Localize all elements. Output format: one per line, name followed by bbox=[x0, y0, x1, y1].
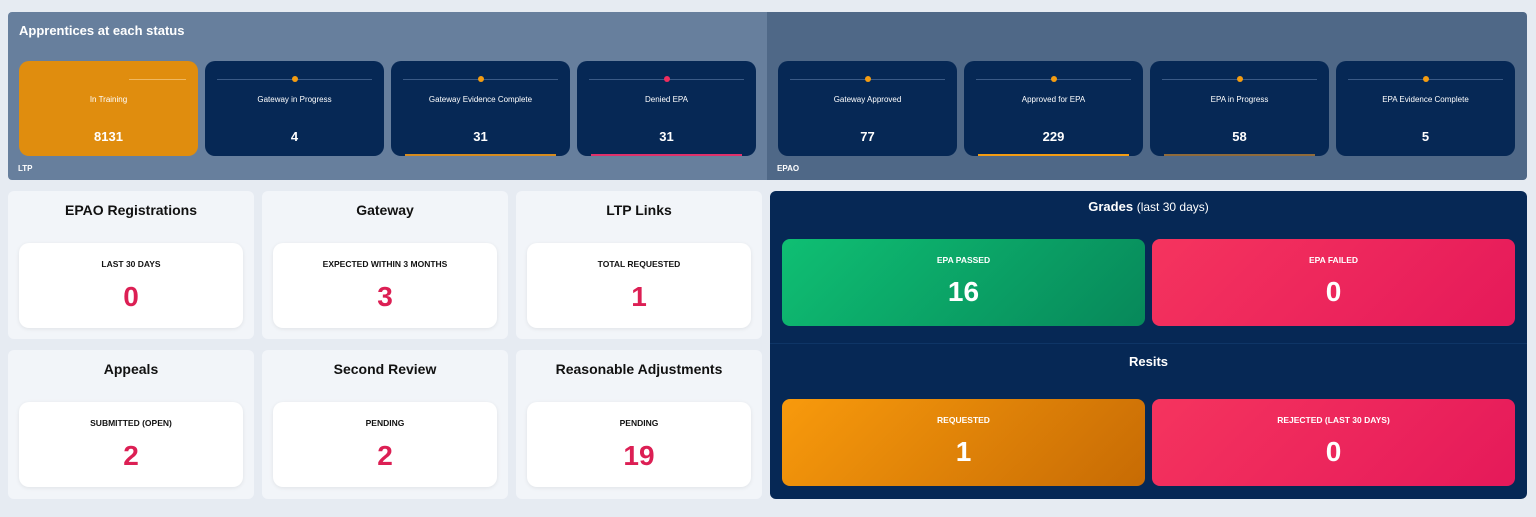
status-card-in-training[interactable]: In Training 8131 bbox=[19, 61, 198, 156]
metric-label: LAST 30 DAYS bbox=[101, 259, 161, 269]
resit-label: REQUESTED bbox=[937, 415, 990, 425]
metric-value: 0 bbox=[123, 281, 139, 312]
status-band: Apprentices at each status In Training 8… bbox=[8, 12, 1527, 180]
status-dot-icon bbox=[1236, 76, 1243, 82]
status-count: 31 bbox=[473, 129, 488, 144]
metric-label: PENDING bbox=[619, 418, 659, 428]
ltp-section: Apprentices at each status In Training 8… bbox=[8, 12, 767, 180]
status-label: Gateway in Progress bbox=[257, 95, 332, 104]
metric-card[interactable]: SUBMITTED (OPEN) 2 bbox=[19, 402, 243, 487]
metric-card[interactable]: TOTAL REQUESTED 1 bbox=[527, 243, 751, 328]
status-underline bbox=[405, 154, 556, 156]
grade-label: EPA PASSED bbox=[936, 255, 991, 265]
status-count: 58 bbox=[1232, 129, 1247, 144]
status-dot-icon bbox=[1422, 76, 1429, 82]
metric-label: EXPECTED WITHIN 3 MONTHS bbox=[322, 259, 448, 269]
status-count: 31 bbox=[659, 129, 674, 144]
status-count: 5 bbox=[1421, 129, 1430, 144]
metric-label: PENDING bbox=[365, 418, 405, 428]
divider bbox=[770, 343, 1527, 344]
resits-requested-card[interactable]: REQUESTED 1 bbox=[782, 399, 1145, 486]
resit-value: 1 bbox=[955, 436, 972, 467]
status-label: Denied EPA bbox=[645, 95, 688, 104]
grades-title-text: Grades bbox=[1088, 199, 1134, 214]
metric-value: 2 bbox=[123, 440, 139, 471]
status-underline bbox=[591, 154, 742, 156]
grade-value: 0 bbox=[1325, 276, 1342, 307]
connector-line bbox=[129, 79, 186, 80]
resits-rejected-card[interactable]: REJECTED (LAST 30 DAYS) 0 bbox=[1152, 399, 1515, 486]
resits-title: Resits bbox=[1128, 354, 1169, 369]
grades-subtitle: (last 30 days) bbox=[1136, 200, 1209, 214]
metric-value: 1 bbox=[631, 281, 647, 312]
panel-reasonable-adjustments: Reasonable Adjustments PENDING 19 bbox=[516, 350, 762, 499]
panel-title: Gateway bbox=[356, 202, 414, 218]
metric-card[interactable]: PENDING 19 bbox=[527, 402, 751, 487]
metric-card[interactable]: LAST 30 DAYS 0 bbox=[19, 243, 243, 328]
status-card-approved-for-epa[interactable]: Approved for EPA 229 bbox=[964, 61, 1143, 156]
epa-failed-card[interactable]: EPA FAILED 0 bbox=[1152, 239, 1515, 326]
status-card-gateway-evidence-complete[interactable]: Gateway Evidence Complete 31 bbox=[391, 61, 570, 156]
status-card-gateway-approved[interactable]: Gateway Approved 77 bbox=[778, 61, 957, 156]
epa-passed-card[interactable]: EPA PASSED 16 bbox=[782, 239, 1145, 326]
panel-epao-registrations: EPAO Registrations LAST 30 DAYS 0 bbox=[8, 191, 254, 339]
epao-section: Gateway Approved 77 Approved for EPA 229… bbox=[767, 12, 1527, 180]
grades-panel: Grades (last 30 days) EPA PASSED 16 EPA … bbox=[770, 191, 1527, 499]
grade-value: 16 bbox=[947, 276, 980, 307]
panel-second-review: Second Review PENDING 2 bbox=[262, 350, 508, 499]
status-label: EPA in Progress bbox=[1210, 95, 1269, 104]
metric-value: 19 bbox=[623, 440, 655, 471]
grades-title: Grades (last 30 days) bbox=[770, 199, 1527, 214]
status-card-denied-epa[interactable]: Denied EPA 31 bbox=[577, 61, 756, 156]
status-dot-icon bbox=[663, 76, 670, 82]
resit-value: 0 bbox=[1325, 436, 1342, 467]
status-card-gateway-in-progress[interactable]: Gateway in Progress 4 bbox=[205, 61, 384, 156]
status-card-epa-evidence-complete[interactable]: EPA Evidence Complete 5 bbox=[1336, 61, 1515, 156]
panel-title: LTP Links bbox=[606, 202, 672, 218]
status-label: Gateway Approved bbox=[833, 95, 902, 104]
panel-title: Second Review bbox=[333, 361, 437, 377]
metric-label: TOTAL REQUESTED bbox=[597, 259, 681, 269]
status-dot-icon bbox=[291, 76, 298, 82]
panel-title: Appeals bbox=[103, 361, 159, 377]
status-underline bbox=[1164, 154, 1315, 156]
grade-label: EPA FAILED bbox=[1308, 255, 1359, 265]
status-dot-icon bbox=[864, 76, 871, 82]
metric-value: 3 bbox=[377, 281, 393, 312]
epao-label: EPAO bbox=[777, 164, 800, 173]
status-label: In Training bbox=[89, 95, 128, 104]
status-count: 229 bbox=[1042, 129, 1065, 144]
status-underline bbox=[978, 154, 1129, 156]
status-dot-icon bbox=[477, 76, 484, 82]
ltp-label: LTP bbox=[18, 164, 33, 173]
metric-label: SUBMITTED (OPEN) bbox=[90, 418, 172, 428]
status-count: 77 bbox=[860, 129, 875, 144]
status-count: 8131 bbox=[94, 129, 123, 144]
status-label: Gateway Evidence Complete bbox=[428, 95, 533, 104]
panel-title: EPAO Registrations bbox=[65, 202, 197, 218]
status-label: Approved for EPA bbox=[1021, 95, 1086, 104]
metric-value: 2 bbox=[377, 440, 393, 471]
panel-appeals: Appeals SUBMITTED (OPEN) 2 bbox=[8, 350, 254, 499]
panel-ltp-links: LTP Links TOTAL REQUESTED 1 bbox=[516, 191, 762, 339]
metric-card[interactable]: PENDING 2 bbox=[273, 402, 497, 487]
status-label: EPA Evidence Complete bbox=[1382, 95, 1469, 104]
section-title: Apprentices at each status bbox=[19, 23, 185, 38]
metric-card[interactable]: EXPECTED WITHIN 3 MONTHS 3 bbox=[273, 243, 497, 328]
panel-title: Reasonable Adjustments bbox=[555, 361, 723, 377]
panel-gateway: Gateway EXPECTED WITHIN 3 MONTHS 3 bbox=[262, 191, 508, 339]
status-count: 4 bbox=[290, 129, 299, 144]
status-dot-icon bbox=[1050, 76, 1057, 82]
resit-label: REJECTED (LAST 30 DAYS) bbox=[1277, 415, 1390, 425]
status-card-epa-in-progress[interactable]: EPA in Progress 58 bbox=[1150, 61, 1329, 156]
